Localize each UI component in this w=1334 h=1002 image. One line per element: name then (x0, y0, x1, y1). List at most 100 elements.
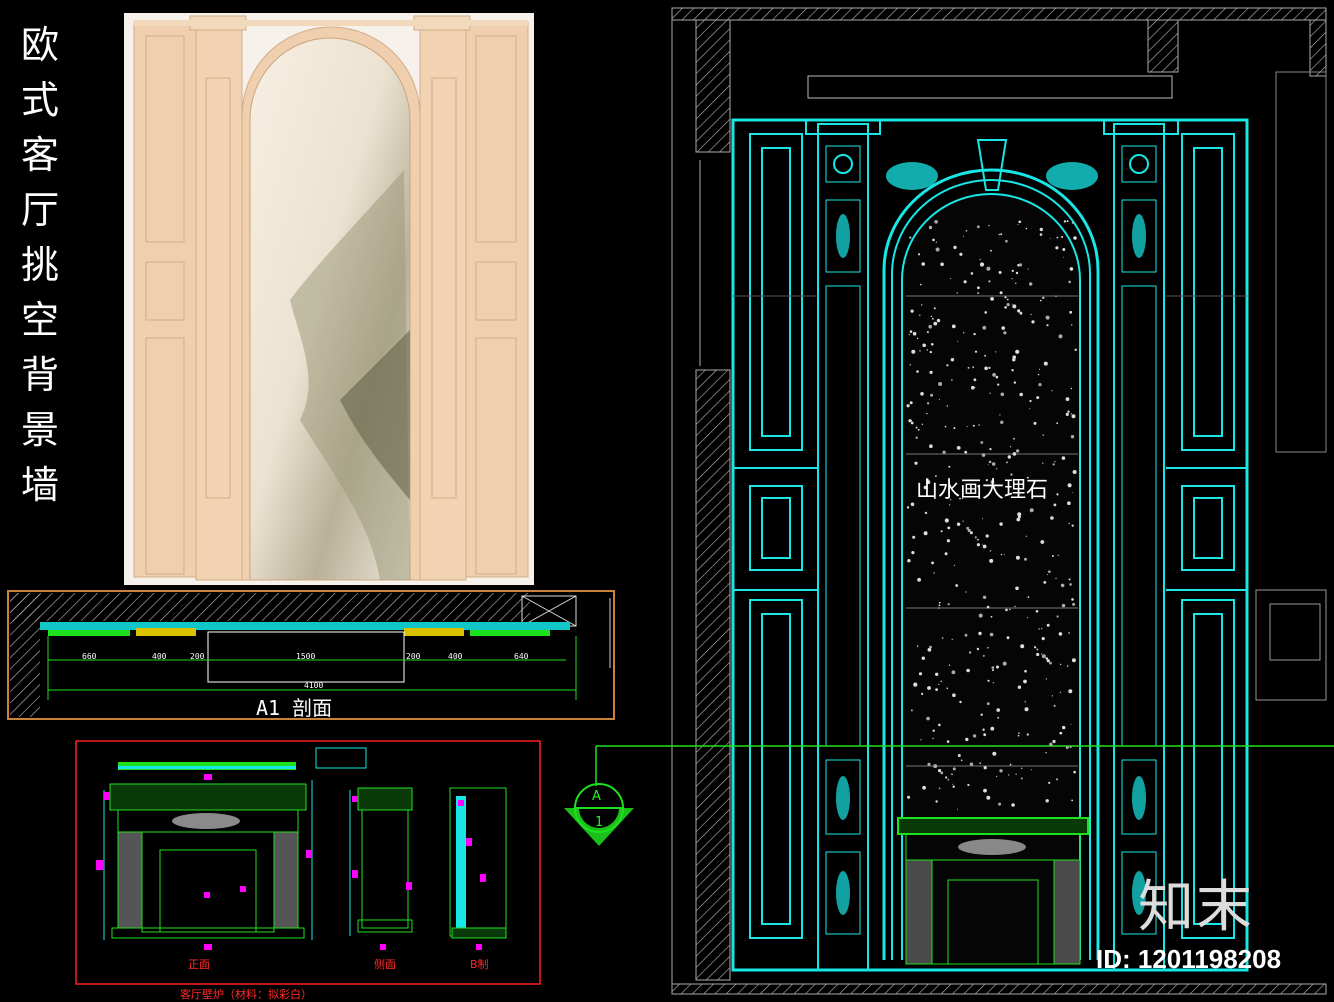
dim-label: 1500 (296, 652, 316, 661)
speckle (1000, 420, 1004, 424)
speckle (987, 646, 989, 649)
speckle (1060, 663, 1062, 666)
speckle (1015, 349, 1020, 354)
speckle (974, 536, 977, 539)
speckle (983, 766, 987, 770)
speckle (987, 679, 990, 682)
speckle (919, 350, 921, 352)
speckle (984, 354, 986, 357)
speckle (1029, 282, 1033, 286)
speckle (994, 351, 997, 353)
speckle (1052, 463, 1055, 466)
dim-label: 400 (448, 652, 463, 661)
speckle (1018, 732, 1020, 734)
speckle (922, 343, 926, 348)
speckle (963, 280, 967, 284)
speckle (1015, 555, 1020, 560)
speckle (1006, 298, 1009, 301)
speckle (950, 358, 955, 362)
speckle (946, 405, 948, 407)
speckle (1073, 236, 1077, 240)
speckle (976, 225, 980, 229)
speckle (963, 332, 965, 334)
speckle (909, 401, 913, 405)
speckle (1071, 799, 1073, 802)
speckle (964, 633, 968, 637)
fireplace-panel (75, 740, 541, 985)
speckle (909, 236, 912, 239)
speckle (1017, 734, 1020, 737)
speckle (1006, 461, 1008, 464)
speckle (920, 739, 922, 741)
speckle (1023, 679, 1027, 684)
title-char: 景 (20, 408, 59, 452)
speckle (996, 665, 999, 669)
section-view-label: B制 (470, 958, 489, 971)
speckle (959, 700, 962, 704)
speckle (1042, 462, 1044, 464)
speckle (992, 682, 995, 684)
speckle (1018, 263, 1023, 267)
speckle (1046, 659, 1050, 663)
speckle (1070, 723, 1072, 725)
speckle (955, 584, 959, 587)
speckle (1067, 501, 1071, 506)
speckle (999, 769, 1003, 773)
speckle (1042, 434, 1045, 436)
speckle (967, 783, 970, 787)
speckle (1019, 311, 1023, 315)
speckle (1072, 602, 1076, 606)
speckle (929, 370, 933, 374)
speckle (1056, 236, 1059, 239)
speckle (1035, 610, 1039, 613)
speckle (962, 235, 965, 237)
speckle (976, 543, 981, 547)
speckle (962, 520, 964, 522)
speckle (948, 465, 951, 468)
speckle (1045, 752, 1047, 754)
speckle (944, 518, 949, 523)
speckle (1015, 773, 1017, 775)
speckle (944, 552, 948, 556)
speckle (969, 762, 974, 766)
speckle (1068, 578, 1071, 581)
speckle (951, 638, 953, 641)
speckle (978, 424, 980, 426)
speckle (1054, 461, 1056, 463)
speckle (938, 398, 940, 400)
speckle (913, 682, 918, 687)
speckle (989, 558, 994, 563)
speckle (1068, 280, 1071, 284)
speckle (1011, 269, 1014, 272)
speckle (982, 325, 987, 330)
speckle (928, 324, 932, 329)
speckle (1069, 267, 1074, 271)
speckle (1051, 555, 1054, 557)
speckle (1006, 303, 1010, 307)
speckle (1020, 644, 1025, 649)
speckle (1069, 746, 1072, 748)
speckle (938, 769, 942, 773)
speckle (1065, 397, 1070, 401)
speckle (988, 460, 992, 464)
speckle (1017, 224, 1019, 226)
speckle (982, 544, 987, 549)
speckle (1048, 570, 1051, 573)
speckle (1068, 522, 1070, 525)
speckle (1055, 577, 1057, 580)
speckle (926, 349, 928, 351)
speckle (965, 229, 968, 232)
speckle (1019, 392, 1023, 397)
speckle (957, 340, 959, 342)
speckle (1050, 516, 1054, 520)
speckle (1049, 742, 1053, 747)
speckle (946, 364, 949, 367)
speckle (931, 343, 934, 346)
speckle (1045, 799, 1049, 803)
speckle (986, 702, 990, 706)
speckle (1012, 304, 1017, 309)
speckle (910, 419, 912, 422)
speckle (1011, 803, 1015, 807)
speckle (916, 370, 919, 373)
speckle (926, 331, 929, 334)
